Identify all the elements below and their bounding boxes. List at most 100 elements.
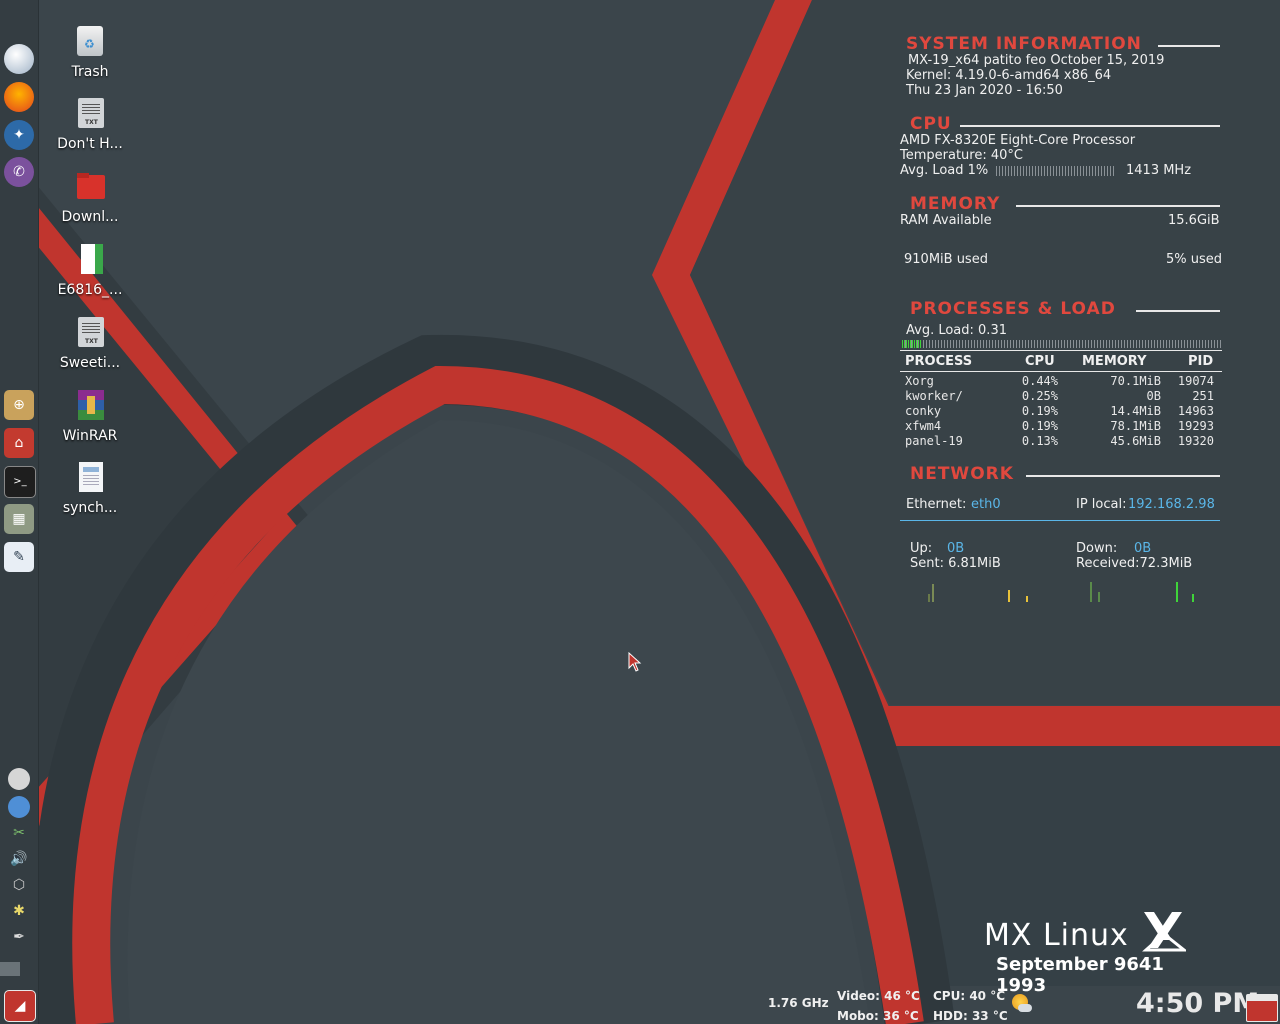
desktop-icon-label: Sweeti... [59,355,121,371]
down-label: Down: [1076,541,1118,556]
package-installer-icon[interactable]: ⊕ [4,390,34,420]
memory-used-percent: 5% used [1166,252,1223,267]
processes-heading: PROCESSES & LOAD [910,299,1116,319]
divider [1026,475,1220,477]
table-cell: 19074 [1177,374,1214,388]
network-heading: NETWORK [910,464,1014,484]
ram-label: RAM Available [900,213,992,228]
table-cell: 78.1MiB [1110,419,1161,433]
package-icon[interactable]: ⬡ [8,874,30,896]
ethernet-value: eth0 [971,497,1001,512]
table-row: kworker/0.25% 0B 251 [898,389,1224,404]
memory-used: 910MiB used [904,252,988,267]
table-cell: 14963 [1177,404,1214,418]
desktop-icon-winrar[interactable]: WinRAR [54,390,126,444]
divider [1136,310,1220,312]
table-cell: 45.6MiB [1110,434,1161,448]
document-icon [75,462,105,494]
col-cpu: CPU [1025,354,1055,369]
process-load-bar [902,340,1222,348]
firefox-icon[interactable] [4,82,34,112]
power-manager-icon[interactable]: ✱ [8,900,30,922]
sysinfo-distro: MX-19_x64 patito feo October 15, 2019 [908,53,1165,68]
weather-icon [1010,992,1032,1014]
screenshot-icon[interactable]: ✂ [8,822,30,844]
desktop-icon-sweeti[interactable]: TXT Sweeti... [54,317,126,371]
whisker-menu-launcher[interactable] [4,44,34,74]
ethernet-label: Ethernet: [906,497,967,512]
viber-icon[interactable]: ✆ [4,157,34,187]
updater-icon[interactable] [8,796,30,818]
video-temp: Video: 46 °C [837,989,920,1003]
table-row: panel-19 0.13% 45.6MiB 19320 [898,434,1224,449]
desktop-icon-dont-h[interactable]: TXT Don't H... [54,98,126,152]
mx-linux-logo: MX Linux September 9641 1993 [984,912,1194,996]
home-folder-icon[interactable]: ⌂ [4,428,34,458]
divider [1016,205,1220,207]
desktop-icon-label: Don't H... [57,136,123,152]
divider [960,125,1220,127]
cpu-model: AMD FX-8320E Eight-Core Processor [900,133,1136,148]
table-cell: 14.4MiB [1110,404,1161,418]
ip-value: 192.168.2.98 [1128,497,1215,512]
folder-icon [75,171,105,203]
cpu-temp: CPU: 40 °C [933,989,1006,1003]
hdd-temp: HDD: 33 °C [933,1009,1008,1023]
text-editor-icon[interactable]: ✎ [4,542,34,572]
table-cell: 0.44% [1021,374,1058,388]
calculator-icon[interactable]: ▦ [4,504,34,534]
received-total: Received:72.3MiB [1076,556,1193,571]
sent-total: Sent: 6.81MiB [910,556,1001,571]
divider [1158,45,1220,47]
cpu-heading: CPU [910,114,952,134]
workspace-switcher[interactable] [0,962,20,976]
table-cell: conky [905,404,942,418]
process-avg-load: Avg. Load: 0.31 [906,323,1007,338]
desktop-icon-e6816[interactable]: E6816_... [54,244,126,298]
table-row: conky 0.19% 14.4MiB 14963 [898,404,1224,419]
terminal-icon[interactable]: >_ [4,466,36,498]
table-cell: 0.19% [1021,404,1058,418]
table-cell: xfwm4 [905,419,942,433]
left-panel: ✦ ✆ ⊕ ⌂ >_ ▦ ✎ ✂ 🔊 ⬡ ✱ ✒ ◢ [0,0,39,1024]
network-icon[interactable] [8,768,30,790]
bottom-conky-bar: 1.76 GHz Video: 46 °C Mobo: 36 °C CPU: 4… [0,986,1280,1024]
desktop-icon-label: Downl... [61,209,119,225]
sysinfo-kernel: Kernel: 4.19.0-6-amd64 x86_64 [906,68,1112,83]
text-file-icon: TXT [75,98,105,130]
winrar-icon [75,390,105,422]
sysinfo-datetime: Thu 23 Jan 2020 - 16:50 [906,83,1063,98]
table-cell: 19320 [1177,434,1214,448]
col-process: PROCESS [905,354,973,369]
table-row: Xorg 0.44% 70.1MiB 19074 [898,374,1224,389]
clock[interactable]: 4:50 PM [1136,988,1259,1019]
table-cell: Xorg [905,374,934,388]
text-file-icon: TXT [75,317,105,349]
desktop-icon-downloads[interactable]: Downl... [54,171,126,225]
memory-heading: MEMORY [910,194,1001,214]
volume-icon[interactable]: 🔊 [8,848,30,870]
clementine-icon[interactable]: ✦ [4,120,34,150]
cpu-avg-load: Avg. Load 1% [900,163,989,178]
table-cell: 0B [1146,389,1161,403]
divider [900,520,1220,521]
mobo-temp: Mobo: 36 °C [837,1009,919,1023]
table-cell: panel-19 [905,434,963,448]
desktop-icon-label: E6816_... [57,282,123,298]
desktop-icon-synch[interactable]: synch... [54,462,126,516]
down-value: 0B [1134,541,1152,556]
document-icon [75,244,105,276]
table-cell: 0.19% [1021,419,1058,433]
col-memory: MEMORY [1082,354,1147,369]
desktop-icon-trash[interactable]: ♻ Trash [54,26,126,80]
up-value: 0B [947,541,965,556]
pen-tool-icon[interactable]: ✒ [8,926,30,948]
process-load-fill [902,340,922,348]
mouse-cursor [628,652,642,672]
cpu-load-bar [996,166,1116,176]
ip-label: IP local: [1076,497,1127,512]
calendar-icon[interactable] [1246,994,1278,1022]
trash-icon: ♻ [75,26,105,58]
desktop-icon-label: WinRAR [62,428,118,444]
desktop-icon-label: synch... [62,500,118,516]
